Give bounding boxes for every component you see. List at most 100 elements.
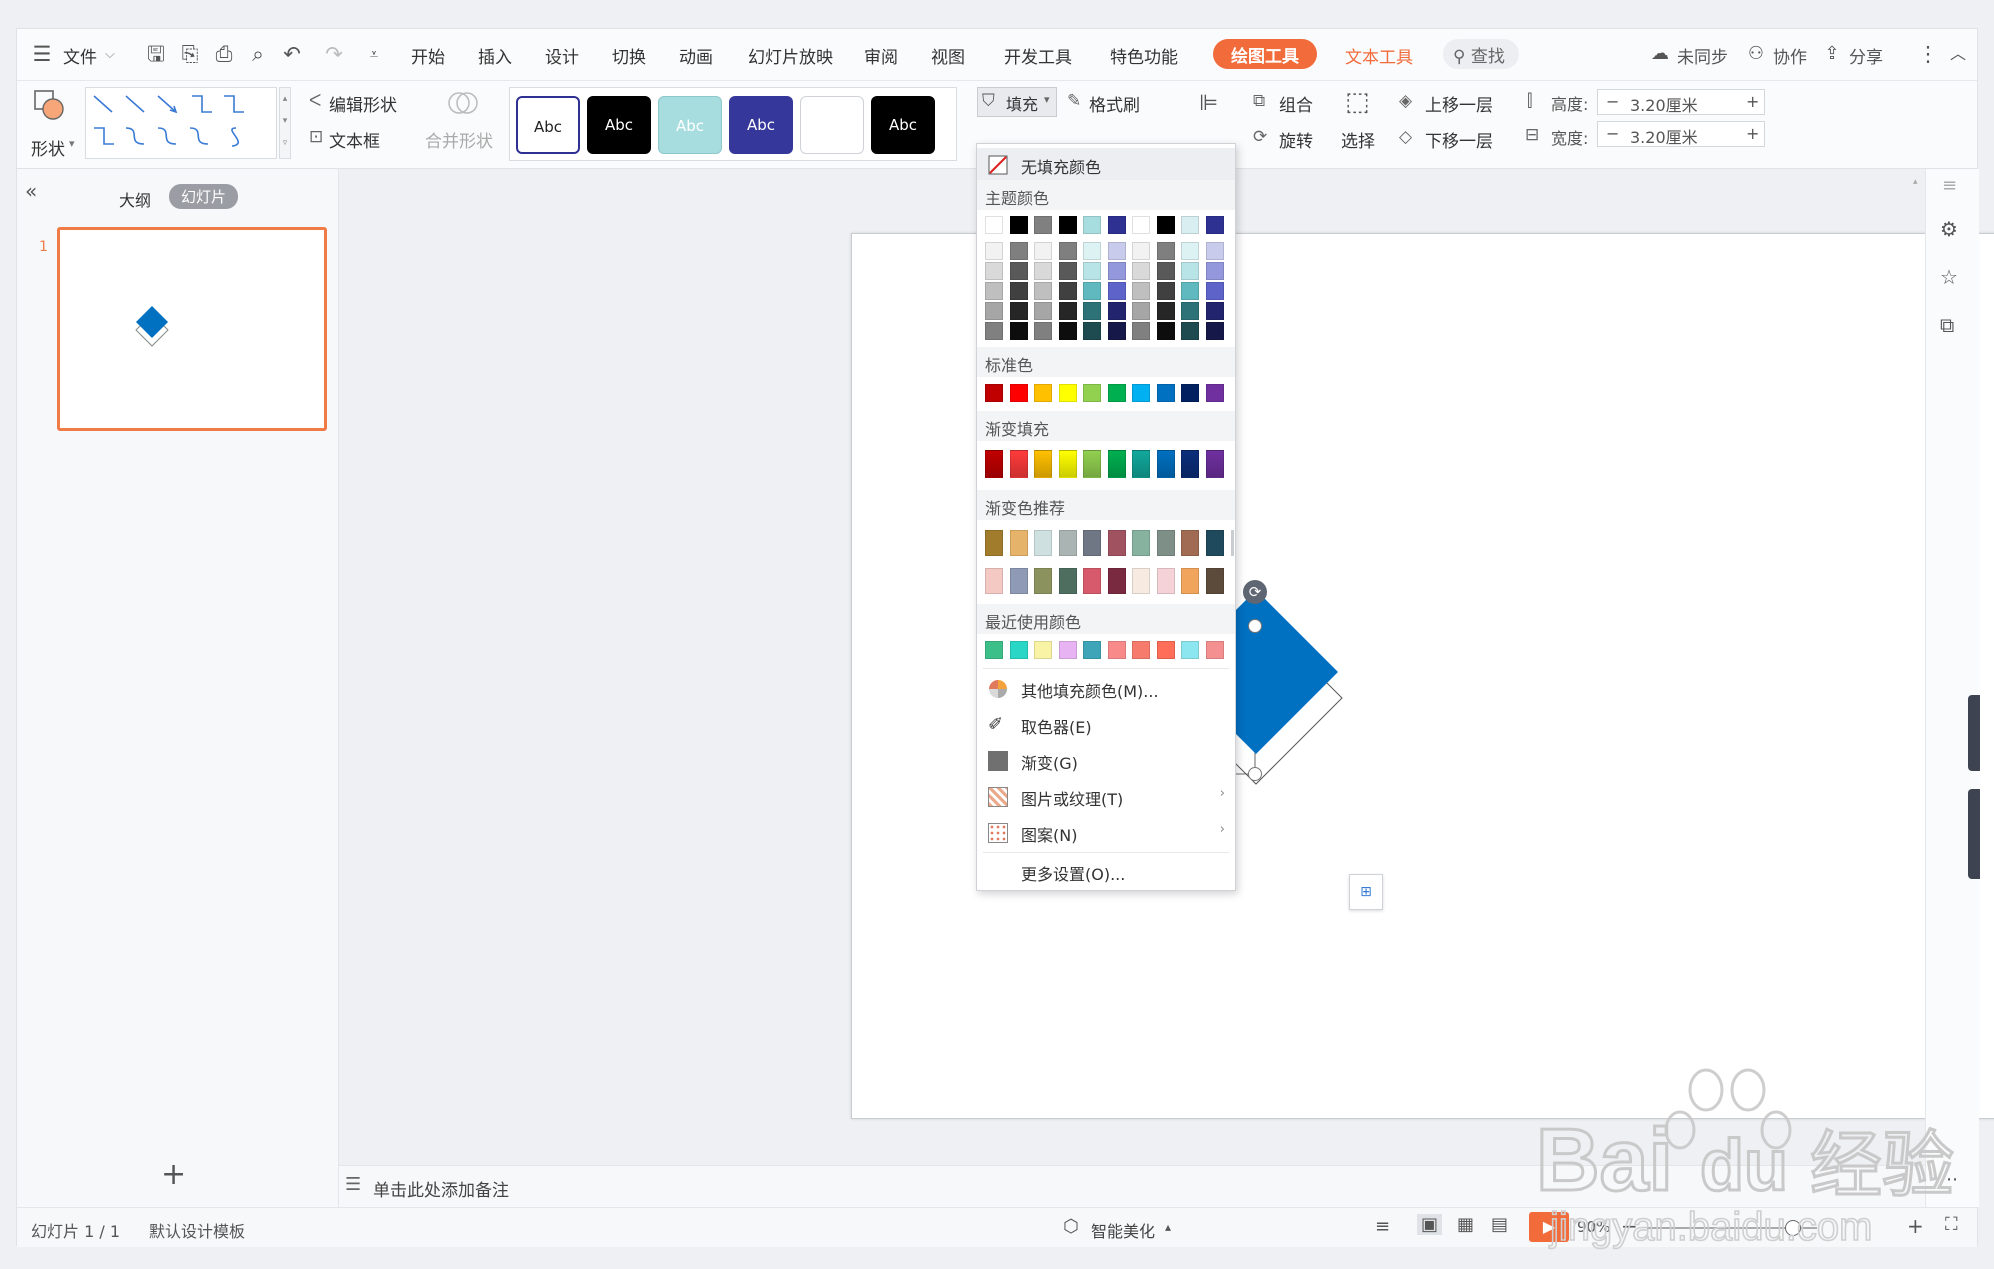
hamburger-icon[interactable]: ☰	[29, 41, 55, 67]
recent-color-swatch[interactable]	[1058, 641, 1077, 659]
tab-drawing-tools[interactable]: 绘图工具	[1213, 39, 1317, 69]
gradient-fill-swatch[interactable]	[1132, 450, 1150, 478]
zoom-slider-thumb[interactable]	[1785, 1220, 1801, 1236]
reading-view-icon[interactable]: ▤	[1491, 1214, 1508, 1235]
notes-toggle-icon[interactable]: ≡	[1375, 1216, 1390, 1237]
share-button[interactable]: 分享	[1849, 43, 1883, 68]
theme-color-swatch[interactable]	[1132, 322, 1150, 340]
theme-color-swatch[interactable]	[1083, 262, 1101, 280]
rotate-handle-icon[interactable]: ⟳	[1243, 580, 1267, 604]
standard-color-swatch[interactable]	[1181, 384, 1199, 402]
theme-color-swatch[interactable]	[1205, 242, 1224, 260]
theme-color-swatch[interactable]	[1058, 216, 1077, 234]
height-increase[interactable]: +	[1746, 92, 1759, 111]
theme-color-swatch[interactable]	[1009, 242, 1028, 260]
gradient-recommend-swatch[interactable]	[1083, 568, 1101, 594]
style-swatch-4[interactable]: Abc	[729, 96, 793, 154]
gradient-recommend-swatch[interactable]	[1058, 568, 1077, 594]
style-swatch-5[interactable]	[800, 96, 864, 154]
tab-home[interactable]: 开始	[411, 43, 445, 68]
align-icon[interactable]: ⊫	[1199, 91, 1218, 116]
tab-outline[interactable]: 大纲	[119, 187, 151, 211]
height-spinner[interactable]: − 3.20厘米 +	[1597, 89, 1765, 115]
theme-color-swatch[interactable]	[1107, 262, 1126, 280]
gradient-fill-swatch[interactable]	[1156, 450, 1175, 478]
tab-view[interactable]: 视图	[931, 43, 965, 68]
tab-design[interactable]: 设计	[545, 43, 579, 68]
theme-color-swatch[interactable]	[985, 262, 1003, 280]
standard-color-swatch[interactable]	[985, 384, 1003, 402]
theme-color-swatch[interactable]	[1156, 262, 1175, 280]
animation-star-icon[interactable]: ☆	[1940, 265, 1958, 289]
theme-color-swatch[interactable]	[1132, 282, 1150, 300]
fill-button[interactable]: ⛉ 填充 ▾	[977, 87, 1057, 117]
no-fill-option[interactable]: 无填充颜色	[977, 148, 1235, 182]
theme-color-swatch[interactable]	[985, 242, 1003, 260]
theme-color-swatch[interactable]	[1009, 302, 1028, 320]
theme-color-swatch[interactable]	[1132, 302, 1150, 320]
theme-color-swatch[interactable]	[1034, 302, 1052, 320]
quick-tools-icon[interactable]: ⊞	[1349, 874, 1383, 910]
gradient-fill-swatch[interactable]	[985, 450, 1003, 478]
theme-color-swatch[interactable]	[1156, 216, 1175, 234]
gradient-recommend-swatch[interactable]	[1034, 530, 1052, 556]
gradient-recommend-swatch[interactable]	[1107, 530, 1126, 556]
standard-color-swatch[interactable]	[1205, 384, 1224, 402]
width-increase[interactable]: +	[1746, 124, 1759, 143]
tab-slideshow[interactable]: 幻灯片放映	[748, 43, 833, 68]
shape-button[interactable]: 形状	[31, 135, 65, 160]
shape-style-gallery[interactable]: Abc Abc Abc Abc Abc	[509, 87, 957, 161]
shape-dropdown-icon[interactable]: ▾	[69, 137, 75, 150]
beautify-expand-icon[interactable]: ▴	[1165, 1220, 1171, 1234]
notes-placeholder[interactable]: 单击此处添加备注	[373, 1176, 509, 1201]
collapse-panel-icon[interactable]: «	[25, 179, 37, 203]
gradient-recommend-swatch[interactable]	[1009, 530, 1028, 556]
gradient-recommend-swatch[interactable]	[1156, 530, 1175, 556]
theme-color-swatch[interactable]	[1205, 322, 1224, 340]
theme-color-swatch[interactable]	[1009, 322, 1028, 340]
gradient-fill-swatch[interactable]	[1083, 450, 1101, 478]
play-slideshow-icon[interactable]: ▶	[1529, 1212, 1569, 1242]
standard-color-swatch[interactable]	[1058, 384, 1077, 402]
style-swatch-3[interactable]: Abc	[658, 96, 722, 154]
more-settings-option[interactable]: 更多设置(O)...	[977, 855, 1235, 889]
gradient-recommend-swatch[interactable]	[1205, 530, 1224, 556]
recent-color-swatch[interactable]	[1132, 641, 1150, 659]
save-icon[interactable]: 🖫	[143, 41, 169, 67]
gradient-recommend-swatch[interactable]	[1107, 568, 1126, 594]
tab-transition[interactable]: 切换	[612, 43, 646, 68]
gradient-recommend-swatch[interactable]	[1083, 530, 1101, 556]
picture-texture-option[interactable]: 图片或纹理(T) ›	[977, 780, 1235, 814]
theme-color-swatch[interactable]	[1083, 302, 1101, 320]
panel-menu-icon[interactable]: ≡	[1942, 175, 1957, 196]
theme-color-swatch[interactable]	[1034, 242, 1052, 260]
standard-color-swatch[interactable]	[1107, 384, 1126, 402]
tab-developer[interactable]: 开发工具	[1004, 43, 1072, 68]
theme-color-swatch[interactable]	[1107, 302, 1126, 320]
theme-color-swatch[interactable]	[1083, 242, 1101, 260]
recent-color-swatch[interactable]	[1034, 641, 1052, 659]
gradient-fill-swatch[interactable]	[1034, 450, 1052, 478]
theme-color-swatch[interactable]	[1132, 262, 1150, 280]
sync-status[interactable]: 未同步	[1677, 43, 1728, 68]
theme-color-swatch[interactable]	[1205, 262, 1224, 280]
selection-pane-icon[interactable]: ⧉	[1940, 313, 1954, 337]
gradient-fill-swatch[interactable]	[1181, 450, 1199, 478]
side-widget-1[interactable]	[1968, 695, 1980, 771]
collab-button[interactable]: 协作	[1773, 43, 1807, 68]
template-name[interactable]: 默认设计模板	[149, 1218, 245, 1242]
theme-color-swatch[interactable]	[1181, 262, 1199, 280]
collapse-ribbon-icon[interactable]: ︿	[1945, 41, 1971, 67]
theme-color-swatch[interactable]	[1181, 242, 1199, 260]
export-icon[interactable]: ⎘	[177, 41, 203, 67]
theme-color-swatch[interactable]	[1058, 322, 1077, 340]
tab-review[interactable]: 审阅	[864, 43, 898, 68]
properties-icon[interactable]: ⚙	[1940, 217, 1958, 241]
theme-color-swatch[interactable]	[1107, 242, 1126, 260]
gradient-recommend-swatch[interactable]	[1205, 568, 1224, 594]
gradient-recommend-swatch[interactable]	[1132, 530, 1150, 556]
standard-color-swatch[interactable]	[1083, 384, 1101, 402]
standard-color-swatch[interactable]	[1009, 384, 1028, 402]
zoom-level[interactable]: 90%	[1577, 1218, 1610, 1236]
theme-color-swatch[interactable]	[1058, 242, 1077, 260]
